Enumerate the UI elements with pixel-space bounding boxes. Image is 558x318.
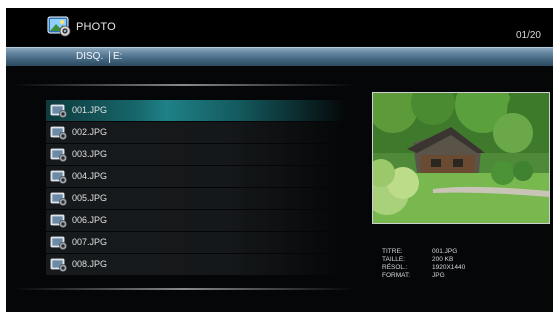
file-list: 001.JPG 002.JPG 003.JPG 004.JPG 005.JPG … xyxy=(46,100,346,276)
drive-path[interactable]: E: xyxy=(113,51,122,62)
header: PHOTO 01/20 xyxy=(6,8,553,46)
info-format-label: FORMAT: xyxy=(382,272,411,279)
file-name: 001.JPG xyxy=(72,105,108,115)
list-top-divider xyxy=(14,84,354,86)
media-player-screen: PHOTO 01/20 DISQ. E: 001.JPG 002.JPG 003… xyxy=(6,8,553,312)
file-name: 004.JPG xyxy=(72,171,108,181)
page-counter: 01/20 xyxy=(515,30,541,41)
image-file-icon xyxy=(50,192,67,206)
file-row-004[interactable]: 004.JPG xyxy=(46,166,346,187)
file-row-005[interactable]: 005.JPG xyxy=(46,188,346,209)
file-name: 008.JPG xyxy=(72,259,108,269)
path-separator xyxy=(109,51,110,63)
file-name: 005.JPG xyxy=(72,193,108,203)
info-resolution-value: 1920X1440 xyxy=(432,264,466,271)
image-file-icon xyxy=(50,148,67,162)
file-row-002[interactable]: 002.JPG xyxy=(46,122,346,143)
image-file-icon xyxy=(50,104,67,118)
info-title-label: TITRE: xyxy=(382,248,403,255)
image-file-icon xyxy=(50,236,67,250)
list-bottom-divider xyxy=(14,288,354,290)
image-file-icon xyxy=(50,170,67,184)
file-name: 006.JPG xyxy=(72,215,108,225)
info-size-label: TAILLE: xyxy=(382,256,406,263)
image-file-icon xyxy=(50,258,67,272)
info-size-value: 200 KB xyxy=(432,256,454,263)
file-row-008[interactable]: 008.JPG xyxy=(46,254,346,275)
file-name: 002.JPG xyxy=(72,127,108,137)
disk-label: DISQ. xyxy=(76,51,104,62)
path-bar: DISQ. E: xyxy=(6,47,553,66)
file-row-006[interactable]: 006.JPG xyxy=(46,210,346,231)
info-resolution-label: RÉSOL.: xyxy=(382,264,408,271)
app-title: PHOTO xyxy=(76,21,116,33)
file-name: 003.JPG xyxy=(72,149,108,159)
preview-image xyxy=(373,93,549,223)
image-file-icon xyxy=(50,214,67,228)
file-row-003[interactable]: 003.JPG xyxy=(46,144,346,165)
info-title-value: 001.JPG xyxy=(432,248,458,255)
photo-preview xyxy=(372,92,550,224)
info-format-value: JPG xyxy=(432,272,445,279)
file-name: 007.JPG xyxy=(72,237,108,247)
file-row-001[interactable]: 001.JPG xyxy=(46,100,346,121)
photo-app-icon xyxy=(47,16,71,37)
file-row-007[interactable]: 007.JPG xyxy=(46,232,346,253)
image-file-icon xyxy=(50,126,67,140)
